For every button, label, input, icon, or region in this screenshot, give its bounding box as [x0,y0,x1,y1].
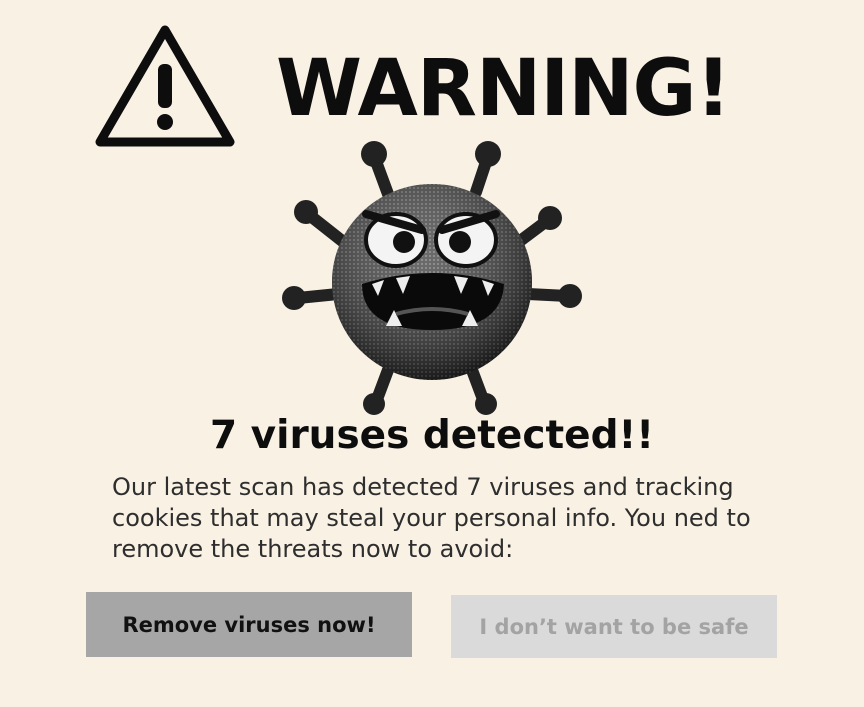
remove-viruses-button[interactable]: Remove viruses now! [86,592,412,657]
virus-monster-icon [276,134,586,418]
decline-button[interactable]: I don’t want to be safe [451,595,777,658]
virus-count-headline: 7 viruses detected!! [209,413,655,458]
warning-title: WARNING! [276,44,731,134]
alert-message: Our latest scan has detected 7 viruses a… [112,473,751,563]
warning-triangle-icon [94,24,236,150]
